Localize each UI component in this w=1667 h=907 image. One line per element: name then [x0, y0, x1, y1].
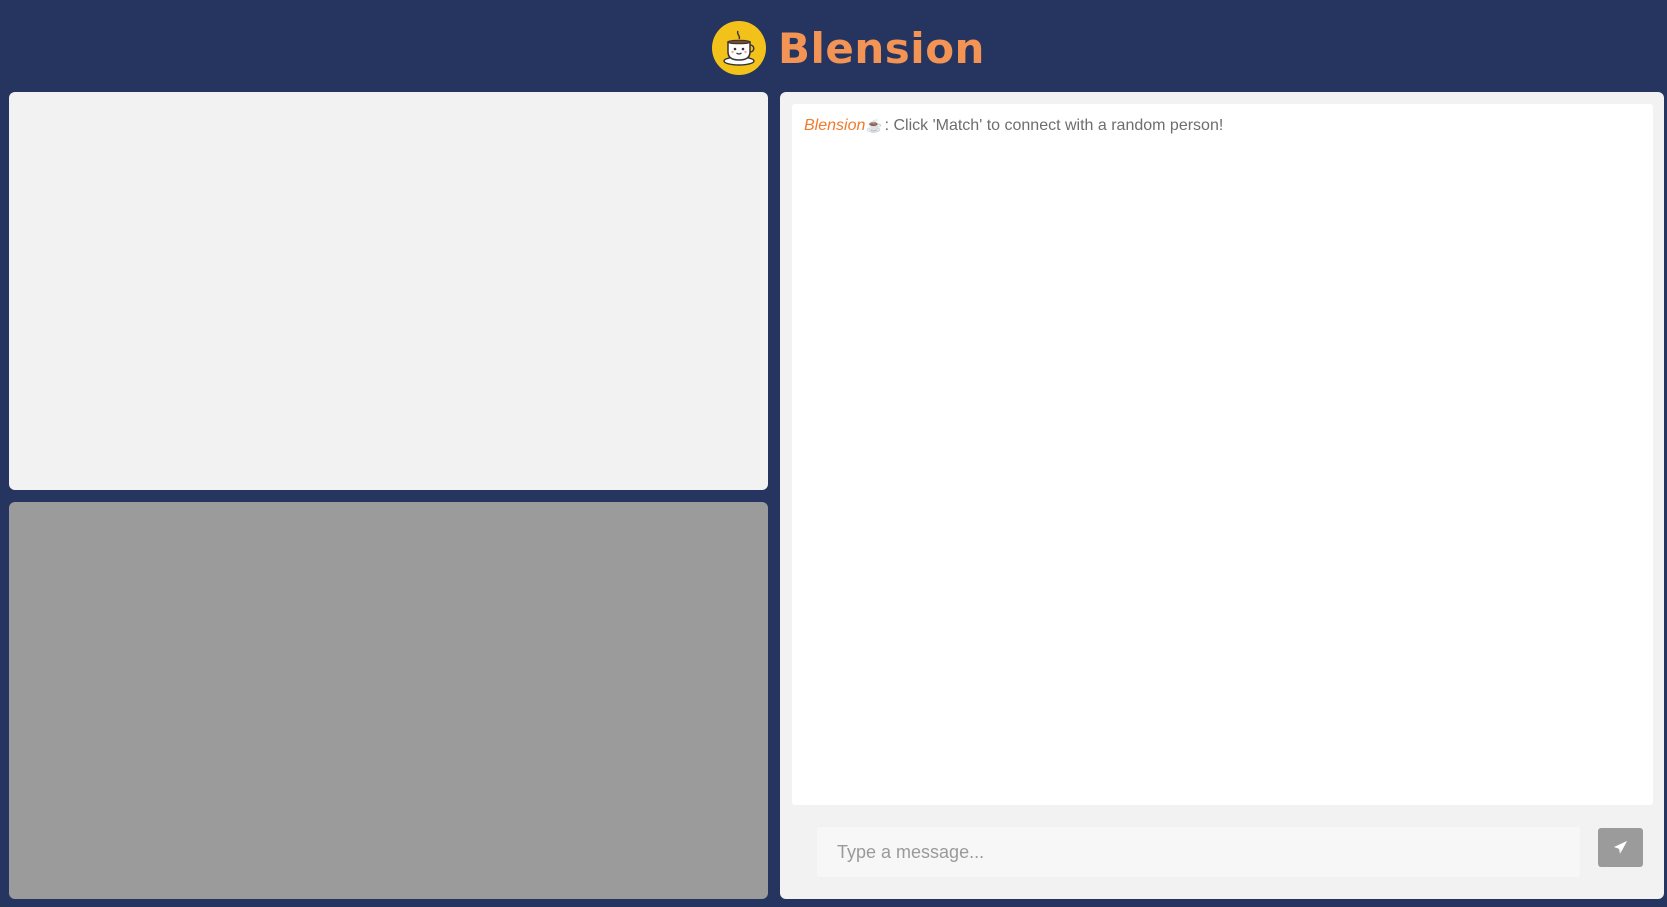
- message-input[interactable]: [817, 827, 1580, 877]
- coffee-cup-mascot-icon: [712, 21, 766, 75]
- chat-panel: Blension☕: Click 'Match' to connect with…: [780, 92, 1664, 899]
- chat-message: Blension☕: Click 'Match' to connect with…: [804, 117, 1223, 135]
- remote-video: [9, 502, 768, 899]
- header: Blension: [0, 0, 1667, 92]
- message-text: Click 'Match' to connect with a random p…: [893, 117, 1224, 134]
- message-separator: :: [884, 117, 890, 134]
- coffee-cup-icon: ☕: [866, 118, 883, 133]
- logo[interactable]: Blension: [712, 20, 985, 76]
- brand-name: Blension: [778, 24, 985, 73]
- message-sender: Blension: [804, 117, 866, 134]
- send-button[interactable]: [1598, 828, 1643, 867]
- chat-log[interactable]: Blension☕: Click 'Match' to connect with…: [792, 104, 1653, 805]
- paper-plane-icon: [1613, 840, 1628, 854]
- local-video: [9, 92, 768, 490]
